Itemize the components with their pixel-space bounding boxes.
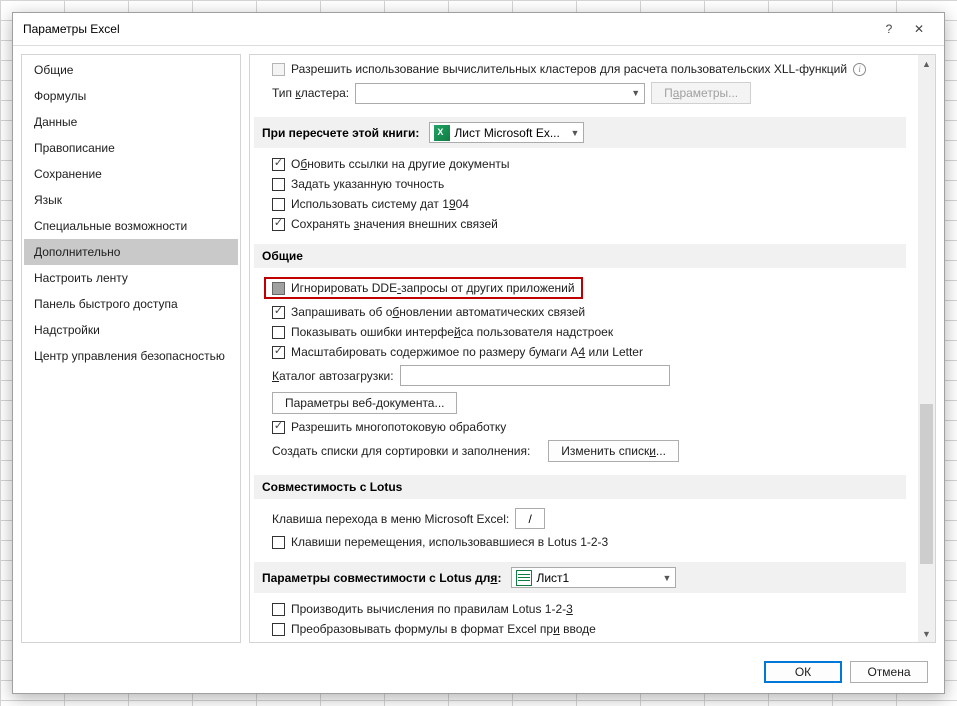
dde-highlight: Игнорировать DDE-запросы от других прило… — [264, 277, 583, 299]
scroll-up-arrow-icon[interactable]: ▲ — [918, 55, 935, 72]
show-addin-err-checkbox[interactable] — [272, 326, 285, 339]
allow-xll-checkbox — [272, 63, 285, 76]
ignore-dde-label: Игнорировать DDE-запросы от других прило… — [291, 281, 575, 295]
sidebar-item-accessibility[interactable]: Специальные возможности — [24, 213, 238, 239]
lotus-compat-section-header: Совместимость с Lotus — [254, 475, 906, 499]
save-ext-checkbox[interactable] — [272, 218, 285, 231]
dialog-footer: ОК Отмена — [13, 651, 944, 693]
chevron-down-icon: ▼ — [570, 128, 579, 138]
chevron-down-icon: ▼ — [631, 88, 640, 98]
cluster-params-button: Параметры... — [651, 82, 751, 104]
create-lists-label: Создать списки для сортировки и заполнен… — [272, 444, 530, 458]
update-links-checkbox[interactable] — [272, 158, 285, 171]
lotus-sheet-section-header: Параметры совместимости с Lotus для: Лис… — [254, 562, 906, 593]
transition-nav-checkbox[interactable] — [272, 536, 285, 549]
show-addin-err-label: Показывать ошибки интерфейса пользовател… — [291, 325, 613, 339]
lotus-sheet-select[interactable]: Лист1 ▼ — [511, 567, 676, 588]
recalc-section-header: При пересчете этой книги: Лист Microsoft… — [254, 117, 906, 148]
scale-a4-checkbox[interactable] — [272, 346, 285, 359]
allow-xll-label: Разрешить использование вычислительных к… — [291, 62, 847, 76]
general-section-header: Общие — [254, 244, 906, 268]
cancel-button[interactable]: Отмена — [850, 661, 928, 683]
sidebar-item-trust-center[interactable]: Центр управления безопасностью — [24, 343, 238, 369]
dialog-body: Общие Формулы Данные Правописание Сохран… — [13, 45, 944, 651]
transition-nav-label: Клавиши перемещения, использовавшиеся в … — [291, 535, 608, 549]
sidebar-item-general[interactable]: Общие — [24, 57, 238, 83]
lotus-calc-rules-label: Производить вычисления по правилам Lotus… — [291, 602, 573, 616]
update-links-label: Обновить ссылки на другие документы — [291, 157, 509, 171]
save-ext-label: Сохранять значения внешних связей — [291, 217, 498, 231]
excel-icon — [434, 125, 450, 141]
content-area: Разрешить использование вычислительных к… — [249, 54, 936, 643]
sidebar-item-customize-ribbon[interactable]: Настроить ленту — [24, 265, 238, 291]
sidebar-item-quick-access[interactable]: Панель быстрого доступа — [24, 291, 238, 317]
cluster-type-label: Тип кластера: — [272, 86, 349, 100]
sidebar-item-formulas[interactable]: Формулы — [24, 83, 238, 109]
use-1904-checkbox[interactable] — [272, 198, 285, 211]
sidebar-item-data[interactable]: Данные — [24, 109, 238, 135]
sidebar-item-addins[interactable]: Надстройки — [24, 317, 238, 343]
chevron-down-icon: ▼ — [663, 573, 672, 583]
lotus-calc-rules-checkbox[interactable] — [272, 603, 285, 616]
help-button[interactable]: ? — [874, 17, 904, 41]
set-precision-checkbox[interactable] — [272, 178, 285, 191]
web-options-button[interactable]: Параметры веб-документа... — [272, 392, 457, 414]
sheet-icon — [516, 570, 532, 586]
use-1904-label: Использовать систему дат 1904 — [291, 197, 469, 211]
ignore-dde-checkbox[interactable] — [272, 282, 285, 295]
multithread-label: Разрешить многопотоковую обработку — [291, 420, 506, 434]
info-icon[interactable]: i — [853, 63, 866, 76]
scroll-down-arrow-icon[interactable]: ▼ — [918, 625, 935, 642]
sidebar-item-language[interactable]: Язык — [24, 187, 238, 213]
content-panel: Разрешить использование вычислительных к… — [250, 55, 918, 642]
sidebar-item-proofing[interactable]: Правописание — [24, 135, 238, 161]
excel-options-dialog: Параметры Excel ? ✕ Общие Формулы Данные… — [12, 12, 945, 694]
dialog-title: Параметры Excel — [23, 22, 874, 36]
lotus-sheet-section-label: Параметры совместимости с Lotus для: — [262, 571, 501, 585]
menu-key-input[interactable] — [515, 508, 545, 529]
ask-update-checkbox[interactable] — [272, 306, 285, 319]
cluster-type-select[interactable]: ▼ — [355, 83, 645, 104]
lotus-convert-formulas-label: Преобразовывать формулы в формат Excel п… — [291, 622, 596, 636]
set-precision-label: Задать указанную точность — [291, 177, 444, 191]
titlebar: Параметры Excel ? ✕ — [13, 13, 944, 45]
sidebar-item-advanced[interactable]: Дополнительно — [24, 239, 238, 265]
scroll-track[interactable] — [918, 72, 935, 625]
startup-dir-label: Каталог автозагрузки: — [272, 369, 394, 383]
menu-key-label: Клавиша перехода в меню Microsoft Excel: — [272, 512, 509, 526]
lotus-convert-formulas-checkbox[interactable] — [272, 623, 285, 636]
sidebar: Общие Формулы Данные Правописание Сохран… — [21, 54, 241, 643]
recalc-book-select[interactable]: Лист Microsoft Ex... ▼ — [429, 122, 584, 143]
ask-update-label: Запрашивать об обновлении автоматических… — [291, 305, 585, 319]
vertical-scrollbar[interactable]: ▲ ▼ — [918, 55, 935, 642]
startup-dir-input[interactable] — [400, 365, 670, 386]
close-button[interactable]: ✕ — [904, 17, 934, 41]
multithread-checkbox[interactable] — [272, 421, 285, 434]
scale-a4-label: Масштабировать содержимое по размеру бум… — [291, 345, 643, 359]
edit-lists-button[interactable]: Изменить списки... — [548, 440, 679, 462]
recalc-section-label: При пересчете этой книги: — [262, 126, 419, 140]
scroll-thumb[interactable] — [920, 404, 933, 564]
sidebar-item-save[interactable]: Сохранение — [24, 161, 238, 187]
ok-button[interactable]: ОК — [764, 661, 842, 683]
